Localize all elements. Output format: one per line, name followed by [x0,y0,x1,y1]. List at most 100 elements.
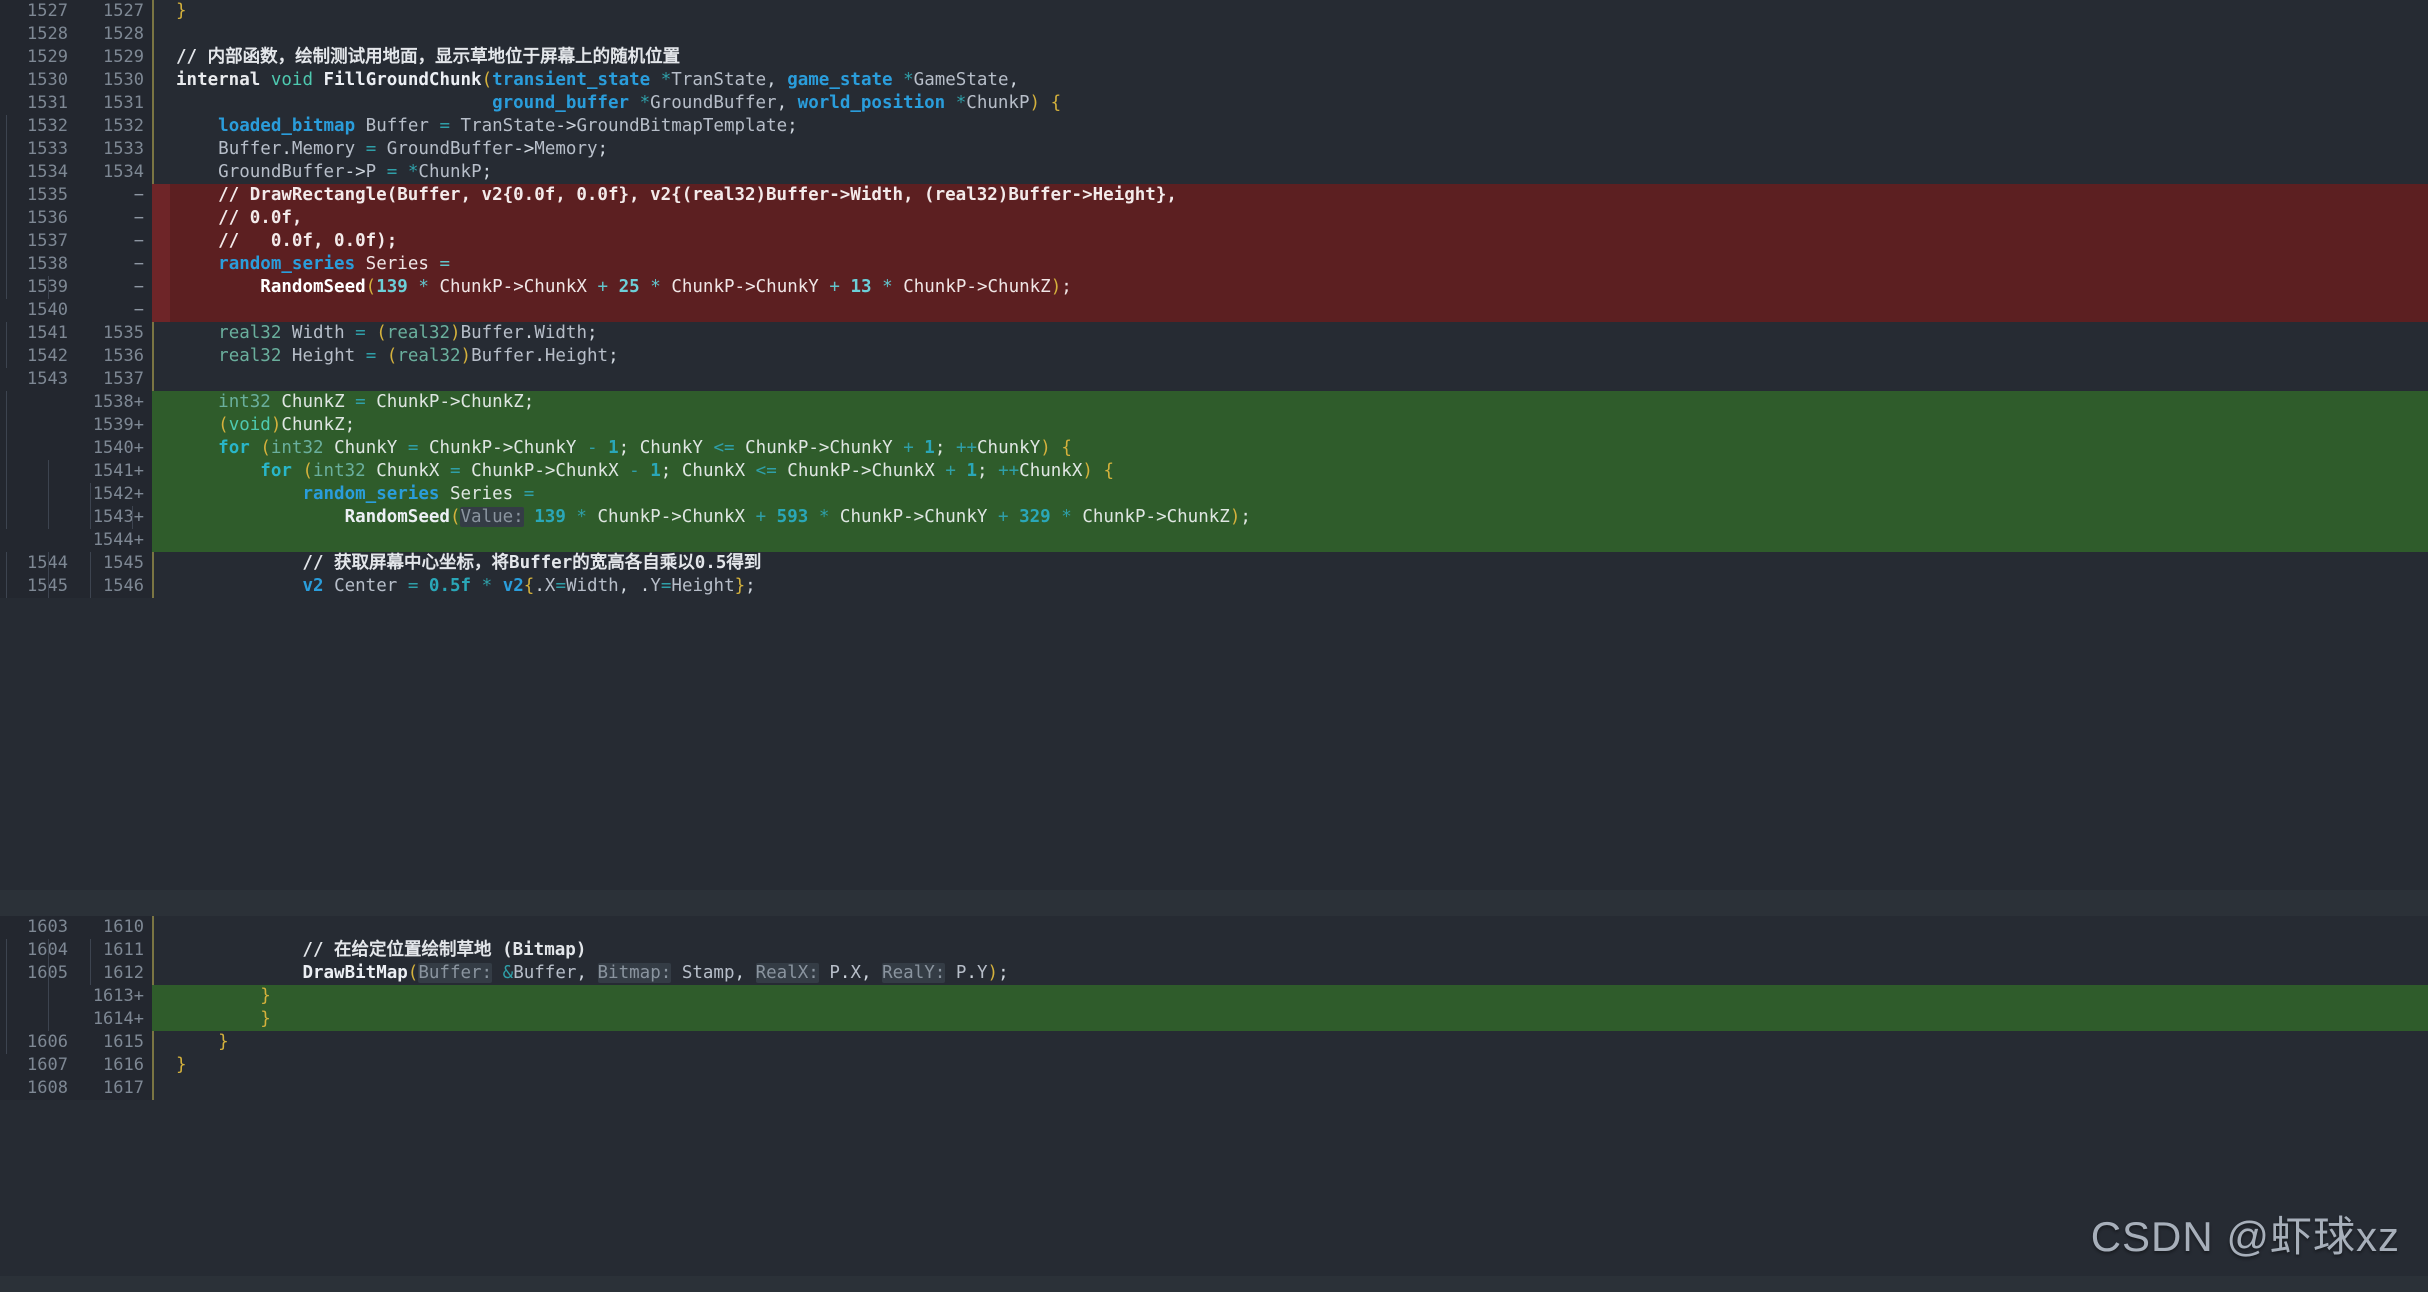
diff-row[interactable]: 1614+ } [0,1008,2428,1031]
line-number-gutter: 1540+ [0,437,152,460]
code-line[interactable]: // 内部函数，绘制测试用地面，显示草地位于屏幕上的随机位置 [170,46,2428,69]
line-number-gutter: 1544+ [0,529,152,552]
code-line[interactable]: real32 Height = (real32)Buffer.Height; [6,345,2428,368]
code-line[interactable]: RandomSeed(Value: 139 * ChunkP->ChunkX +… [6,506,2428,529]
diff-row[interactable]: 1605 1612 DrawBitMap(Buffer: &Buffer, Bit… [0,962,2428,985]
code-line[interactable]: random_series Series = [6,253,2428,276]
line-number-old: 1604 [0,939,74,962]
code-line[interactable]: for (int32 ChunkY = ChunkP->ChunkY - 1; … [6,437,2428,460]
change-bar [152,985,170,1008]
line-number-old: 1529 [27,47,68,67]
diff-row[interactable]: 1536 − // 0.0f, [0,207,2428,230]
line-number-old: 1539 [0,276,74,299]
code-line[interactable]: // DrawRectangle(Buffer, v2{0.0f, 0.0f},… [6,184,2428,207]
change-bar [152,92,170,115]
line-number-gutter: 1541+ [0,460,152,483]
code-line[interactable]: // 获取屏幕中心坐标，将Buffer的宽高各自乘以0.5得到 [6,552,2428,575]
code-line[interactable]: RandomSeed(139 * ChunkP->ChunkX + 25 * C… [6,276,2428,299]
line-number-gutter: 1607 1616 [0,1054,152,1077]
diff-pane-bottom[interactable]: 1603161016041611 // 在给定位置绘制草地 (Bitmap)16… [0,916,2428,1276]
code-line[interactable]: } [6,985,2428,1008]
code-line[interactable]: DrawBitMap(Buffer: &Buffer, Bitmap: Stam… [6,962,2428,985]
code-line[interactable]: } [170,0,2428,23]
code-line[interactable]: ground_buffer *GroundBuffer, world_posit… [170,92,2428,115]
line-number-gutter: 1535 − [0,184,152,207]
diff-row[interactable]: 1531 1531 ground_buffer *GroundBuffer, wo… [0,92,2428,115]
line-number-gutter: 1608 1617 [0,1077,152,1100]
diff-row[interactable]: 1544 1545 // 获取屏幕中心坐标，将Buffer的宽高各自乘以0.5得到 [0,552,2428,575]
code-line[interactable]: // 0.0f, [6,207,2428,230]
line-number-new: 1529 [103,47,144,67]
diff-row[interactable]: 1540+ for (int32 ChunkY = ChunkP->ChunkY… [0,437,2428,460]
line-number-old: 1532 [27,116,68,136]
line-number-old: 1605 [0,962,74,985]
diff-row[interactable]: 1533 1533 Buffer.Memory = GroundBuffer->M… [0,138,2428,161]
diff-row[interactable]: 1534 1534 GroundBuffer->P = *ChunkP; [0,161,2428,184]
change-bar [152,230,170,253]
diff-row[interactable]: 1607 1616} [0,1054,2428,1077]
code-line[interactable] [170,529,2428,552]
line-number-new: 1537 [103,369,144,389]
diff-pane-top[interactable]: 1527 1527} 1528 1528 1529 1529 // 内部函数，绘制测试用地面… [0,0,2428,890]
code-line[interactable]: internal void FillGroundChunk(transient_… [170,69,2428,92]
line-number-gutter: 1536 − [0,207,152,230]
line-number-new: 1539+ [92,415,144,435]
code-line[interactable]: Buffer.Memory = GroundBuffer->Memory; [6,138,2428,161]
diff-row[interactable]: 1603 1610 [0,916,2428,939]
diff-row[interactable]: 1541+ for (int32 ChunkX = ChunkP->ChunkX… [0,460,2428,483]
diff-row[interactable]: 1604 1611 // 在给定位置绘制草地 (Bitmap) [0,939,2428,962]
line-number-new: 1530 [103,70,144,90]
code-line[interactable]: // 在给定位置绘制草地 (Bitmap) [6,939,2428,962]
code-line[interactable]: for (int32 ChunkX = ChunkP->ChunkX - 1; … [6,460,2428,483]
diff-row[interactable]: 1542+ random_series Series = [0,483,2428,506]
code-line[interactable] [170,299,2428,322]
line-number-new: 1543+ [92,507,144,527]
diff-row[interactable]: 1527 1527} [0,0,2428,23]
line-number-new: 1540+ [92,438,144,458]
code-line[interactable]: random_series Series = [6,483,2428,506]
diff-row[interactable]: 1537 − // 0.0f, 0.0f); [0,230,2428,253]
diff-row[interactable]: 1535 − // DrawRectangle(Buffer, v2{0.0f, … [0,184,2428,207]
code-line[interactable]: GroundBuffer->P = *ChunkP; [6,161,2428,184]
line-number-new: 1544+ [92,530,144,550]
line-number-old: 1535 [27,185,68,205]
line-number-gutter: 1613+ [0,985,152,1008]
diff-row[interactable]: 1544+ [0,529,2428,552]
code-diff-editor: 1527 1527} 1528 1528 1529 1529 // 内部函数，绘制测试用地面… [0,0,2428,1292]
code-line[interactable]: real32 Width = (real32)Buffer.Width; [6,322,2428,345]
diff-row[interactable]: 1529 1529 // 内部函数，绘制测试用地面，显示草地位于屏幕上的随机位置 [0,46,2428,69]
code-line[interactable]: loaded_bitmap Buffer = TranState->Ground… [6,115,2428,138]
code-line[interactable]: } [6,1008,2428,1031]
change-bar [152,161,170,184]
diff-row[interactable]: 1530 1530 internal void FillGroundChunk(tr… [0,69,2428,92]
diff-row[interactable]: 1543+ RandomSeed(Value: 139 * ChunkP->Ch… [0,506,2428,529]
diff-row[interactable]: 1538 − random_series Series = [0,253,2428,276]
diff-row[interactable]: 1608 1617 [0,1077,2428,1100]
diff-row[interactable]: 1539 − RandomSeed(139 * ChunkP->ChunkX + … [0,276,2428,299]
diff-row[interactable]: 1542 1536 real32 Height = (real32)Buffer.… [0,345,2428,368]
diff-row[interactable]: 1538+ int32 ChunkZ = ChunkP->ChunkZ; [0,391,2428,414]
diff-row[interactable]: 1539+ (void)ChunkZ; [0,414,2428,437]
pane-divider [0,890,2428,916]
line-number-old: 1533 [27,139,68,159]
change-bar [152,552,170,575]
diff-row[interactable]: 1613+ } [0,985,2428,1008]
line-number-gutter: 1545 1546 [0,575,152,598]
code-line[interactable] [170,916,2428,939]
code-line[interactable]: (void)ChunkZ; [6,414,2428,437]
diff-row[interactable]: 1545 1546 v2 Center = 0.5f * v2{.X=Width,… [0,575,2428,598]
code-line[interactable]: int32 ChunkZ = ChunkP->ChunkZ; [6,391,2428,414]
code-line[interactable]: // 0.0f, 0.0f); [6,230,2428,253]
diff-row[interactable]: 1541 1535 real32 Width = (real32)Buffer.W… [0,322,2428,345]
code-line[interactable] [170,23,2428,46]
code-line[interactable]: } [170,1054,2428,1077]
diff-row[interactable]: 1528 1528 [0,23,2428,46]
diff-row[interactable]: 1606 1615 } [0,1031,2428,1054]
code-line[interactable] [170,1077,2428,1100]
code-line[interactable] [170,368,2428,391]
diff-row[interactable]: 1540 − [0,299,2428,322]
diff-row[interactable]: 1543 1537 [0,368,2428,391]
diff-row[interactable]: 1532 1532 loaded_bitmap Buffer = TranStat… [0,115,2428,138]
code-line[interactable]: } [6,1031,2428,1054]
code-line[interactable]: v2 Center = 0.5f * v2{.X=Width, .Y=Heigh… [6,575,2428,598]
